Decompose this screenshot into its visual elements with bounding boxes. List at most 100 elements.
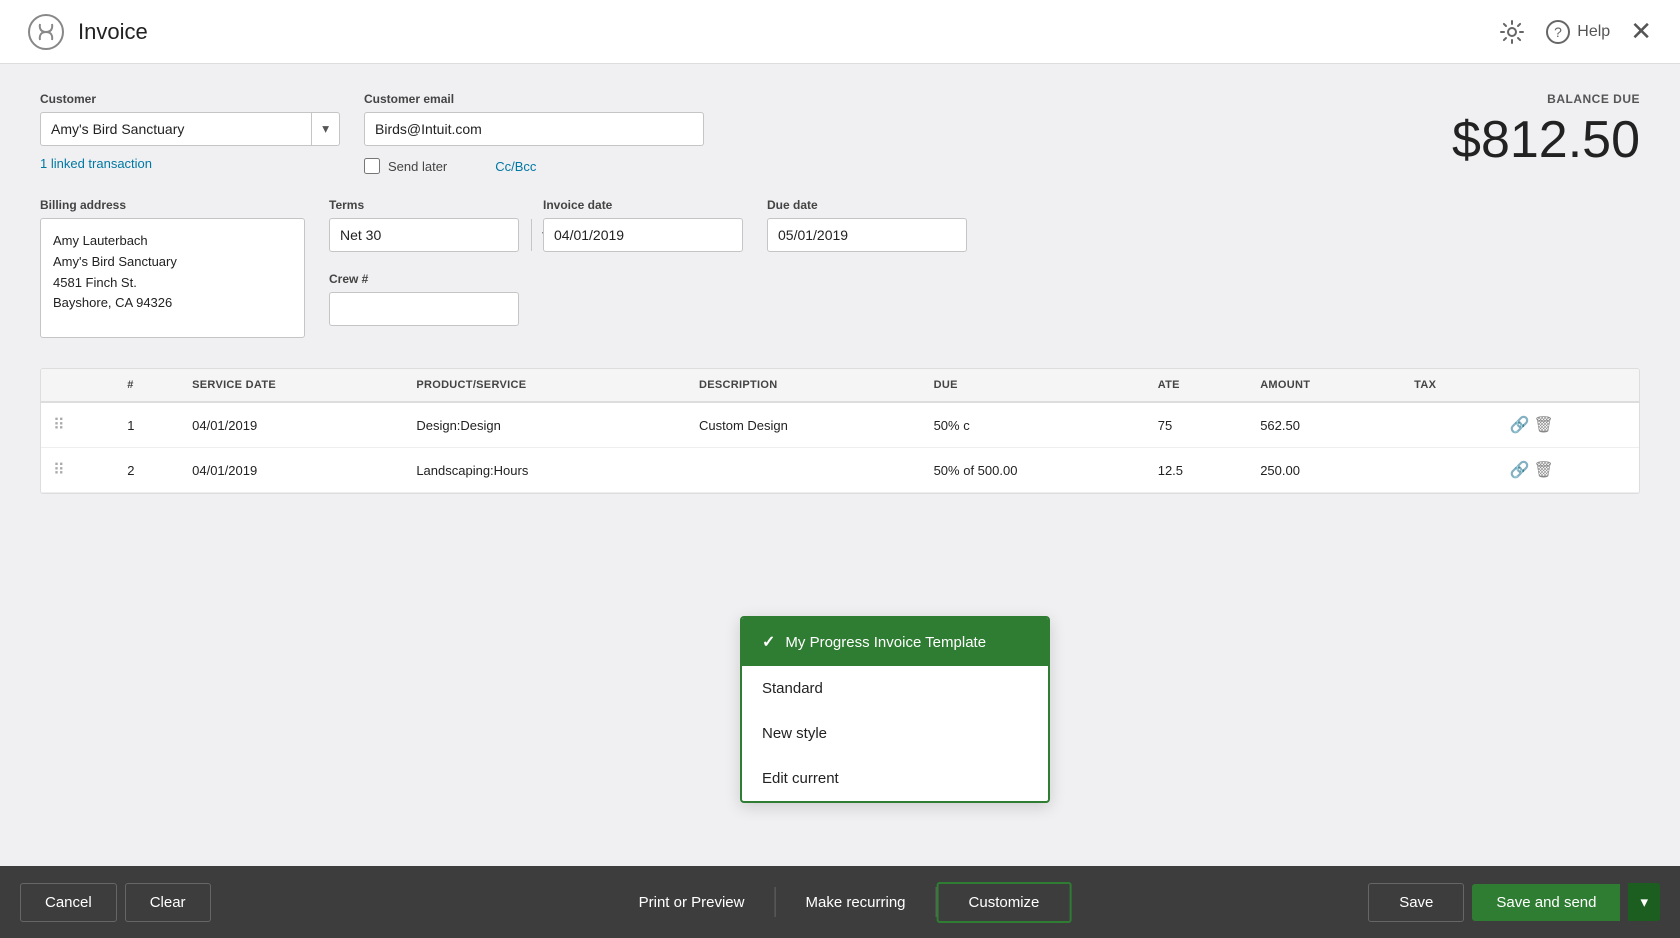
template-dropdown-item-standard[interactable]: Standard: [742, 666, 1048, 711]
billing-line3: 4581 Finch St.: [53, 273, 292, 294]
col-drag: [41, 369, 115, 402]
col-num: #: [115, 369, 180, 402]
header-right: ? Help ✕: [1499, 16, 1652, 47]
col-description: DESCRIPTION: [687, 369, 922, 402]
toolbar-center: Print or Preview Make recurring Customiz…: [609, 882, 1072, 923]
customer-select-wrap[interactable]: ▾: [40, 112, 340, 146]
invoice-table: # SERVICE DATE PRODUCT/SERVICE DESCRIPTI…: [41, 369, 1639, 493]
table-row: ⠿ 1 04/01/2019 Design:Design Custom Desi…: [41, 402, 1639, 448]
row2-date[interactable]: 04/01/2019: [180, 448, 404, 493]
send-later-row: Send later Cc/Bcc: [364, 158, 704, 174]
template-dropdown-item-selected[interactable]: ✓ My Progress Invoice Template: [742, 618, 1048, 666]
col-actions: [1498, 369, 1639, 402]
col-due: DUE: [922, 369, 1146, 402]
row1-date[interactable]: 04/01/2019: [180, 402, 404, 448]
terms-label: Terms: [329, 198, 519, 212]
crew-input[interactable]: [329, 292, 519, 326]
terms-select-wrap[interactable]: ▾: [329, 218, 519, 252]
billing-line4: Bayshore, CA 94326: [53, 293, 292, 314]
drag-handle-icon: ⠿: [53, 462, 65, 479]
help-icon: ?: [1545, 19, 1571, 45]
terms-group: Terms ▾: [329, 198, 519, 252]
help-button[interactable]: ? Help: [1545, 19, 1610, 45]
row2-due: 50% of 500.00: [922, 448, 1146, 493]
crew-label: Crew #: [329, 272, 519, 286]
customer-email-label: Customer email: [364, 92, 704, 106]
invoice-date-input[interactable]: [543, 218, 743, 252]
row1-link-button[interactable]: 🔗: [1510, 415, 1530, 435]
terms-input[interactable]: [330, 219, 531, 251]
row2-actions: 🔗 🗑: [1498, 448, 1639, 493]
col-tax: TAX: [1402, 369, 1498, 402]
invoice-table-section: # SERVICE DATE PRODUCT/SERVICE DESCRIPTI…: [40, 368, 1640, 494]
drag-handle-icon: ⠿: [53, 417, 65, 434]
template-dropdown: ✓ My Progress Invoice Template Standard …: [740, 616, 1050, 803]
row1-due: 50% c: [922, 402, 1146, 448]
row2-ate: 12.5: [1146, 448, 1248, 493]
save-and-send-dropdown-arrow[interactable]: ▾: [1628, 883, 1660, 921]
cc-bcc-link[interactable]: Cc/Bcc: [495, 159, 536, 174]
app-icon-button[interactable]: [28, 14, 64, 50]
customer-email-group: Customer email Send later Cc/Bcc: [364, 92, 704, 174]
invoice-date-group: Invoice date: [543, 198, 743, 252]
row1-amount: 562.50: [1248, 402, 1402, 448]
customer-email-input[interactable]: [364, 112, 704, 146]
balance-due-amount: $812.50: [1452, 110, 1640, 170]
customize-button[interactable]: Customize: [937, 882, 1072, 923]
save-button[interactable]: Save: [1368, 883, 1464, 922]
help-label: Help: [1577, 23, 1610, 41]
col-amount: AMOUNT: [1248, 369, 1402, 402]
cancel-button[interactable]: Cancel: [20, 883, 117, 922]
send-later-label: Send later: [388, 159, 447, 174]
billing-address-box[interactable]: Amy Lauterbach Amy's Bird Sanctuary 4581…: [40, 218, 305, 338]
customer-dropdown-arrow[interactable]: ▾: [311, 113, 339, 145]
close-button[interactable]: ✕: [1630, 16, 1652, 47]
toolbar-left-group: Cancel Clear: [20, 883, 211, 922]
row2-delete-button[interactable]: 🗑: [1533, 460, 1553, 480]
billing-line2: Amy's Bird Sanctuary: [53, 252, 292, 273]
row2-product[interactable]: Landscaping:Hours: [404, 448, 687, 493]
gear-icon: [1499, 19, 1525, 45]
invoice-date-label: Invoice date: [543, 198, 743, 212]
due-date-input[interactable]: [767, 218, 967, 252]
balance-due-section: BALANCE DUE $812.50: [1452, 92, 1640, 170]
customer-input[interactable]: [41, 113, 311, 145]
due-date-group: Due date: [767, 198, 967, 252]
template-selected-label: My Progress Invoice Template: [785, 634, 986, 651]
row2-link-button[interactable]: 🔗: [1510, 460, 1530, 480]
settings-button[interactable]: [1499, 19, 1525, 45]
send-later-checkbox[interactable]: [364, 158, 380, 174]
customer-group: Customer ▾ 1 linked transaction: [40, 92, 340, 171]
row1-product[interactable]: Design:Design: [404, 402, 687, 448]
col-ate: ATE: [1146, 369, 1248, 402]
save-and-send-button[interactable]: Save and send: [1472, 884, 1620, 921]
linked-transaction-link[interactable]: 1 linked transaction: [40, 156, 340, 171]
row1-ate: 75: [1146, 402, 1248, 448]
row2-drag[interactable]: ⠿: [41, 448, 115, 493]
customer-label: Customer: [40, 92, 340, 106]
quickbooks-icon: [28, 14, 64, 50]
clear-button[interactable]: Clear: [125, 883, 211, 922]
header: Invoice ? Help ✕: [0, 0, 1680, 64]
row1-actions: 🔗 🗑: [1498, 402, 1639, 448]
table-header-row: # SERVICE DATE PRODUCT/SERVICE DESCRIPTI…: [41, 369, 1639, 402]
top-form-row: Customer ▾ 1 linked transaction Customer…: [40, 92, 1640, 174]
check-icon: ✓: [762, 632, 775, 652]
row1-tax: [1402, 402, 1498, 448]
row1-drag[interactable]: ⠿: [41, 402, 115, 448]
print-preview-button[interactable]: Print or Preview: [609, 884, 775, 921]
close-icon: ✕: [1630, 16, 1652, 47]
row2-desc[interactable]: [687, 448, 922, 493]
make-recurring-button[interactable]: Make recurring: [775, 884, 935, 921]
template-dropdown-item-edit-current[interactable]: Edit current: [742, 756, 1048, 801]
due-date-label: Due date: [767, 198, 967, 212]
template-edit-label: Edit current: [762, 770, 839, 787]
row1-num: 1: [115, 402, 180, 448]
template-new-style-label: New style: [762, 725, 827, 742]
row1-delete-button[interactable]: 🗑: [1533, 415, 1553, 435]
main-content: Customer ▾ 1 linked transaction Customer…: [0, 64, 1680, 866]
row1-desc[interactable]: Custom Design: [687, 402, 922, 448]
template-dropdown-item-new-style[interactable]: New style: [742, 711, 1048, 756]
billing-address-group: Billing address Amy Lauterbach Amy's Bir…: [40, 198, 305, 338]
billing-address-label: Billing address: [40, 198, 305, 212]
